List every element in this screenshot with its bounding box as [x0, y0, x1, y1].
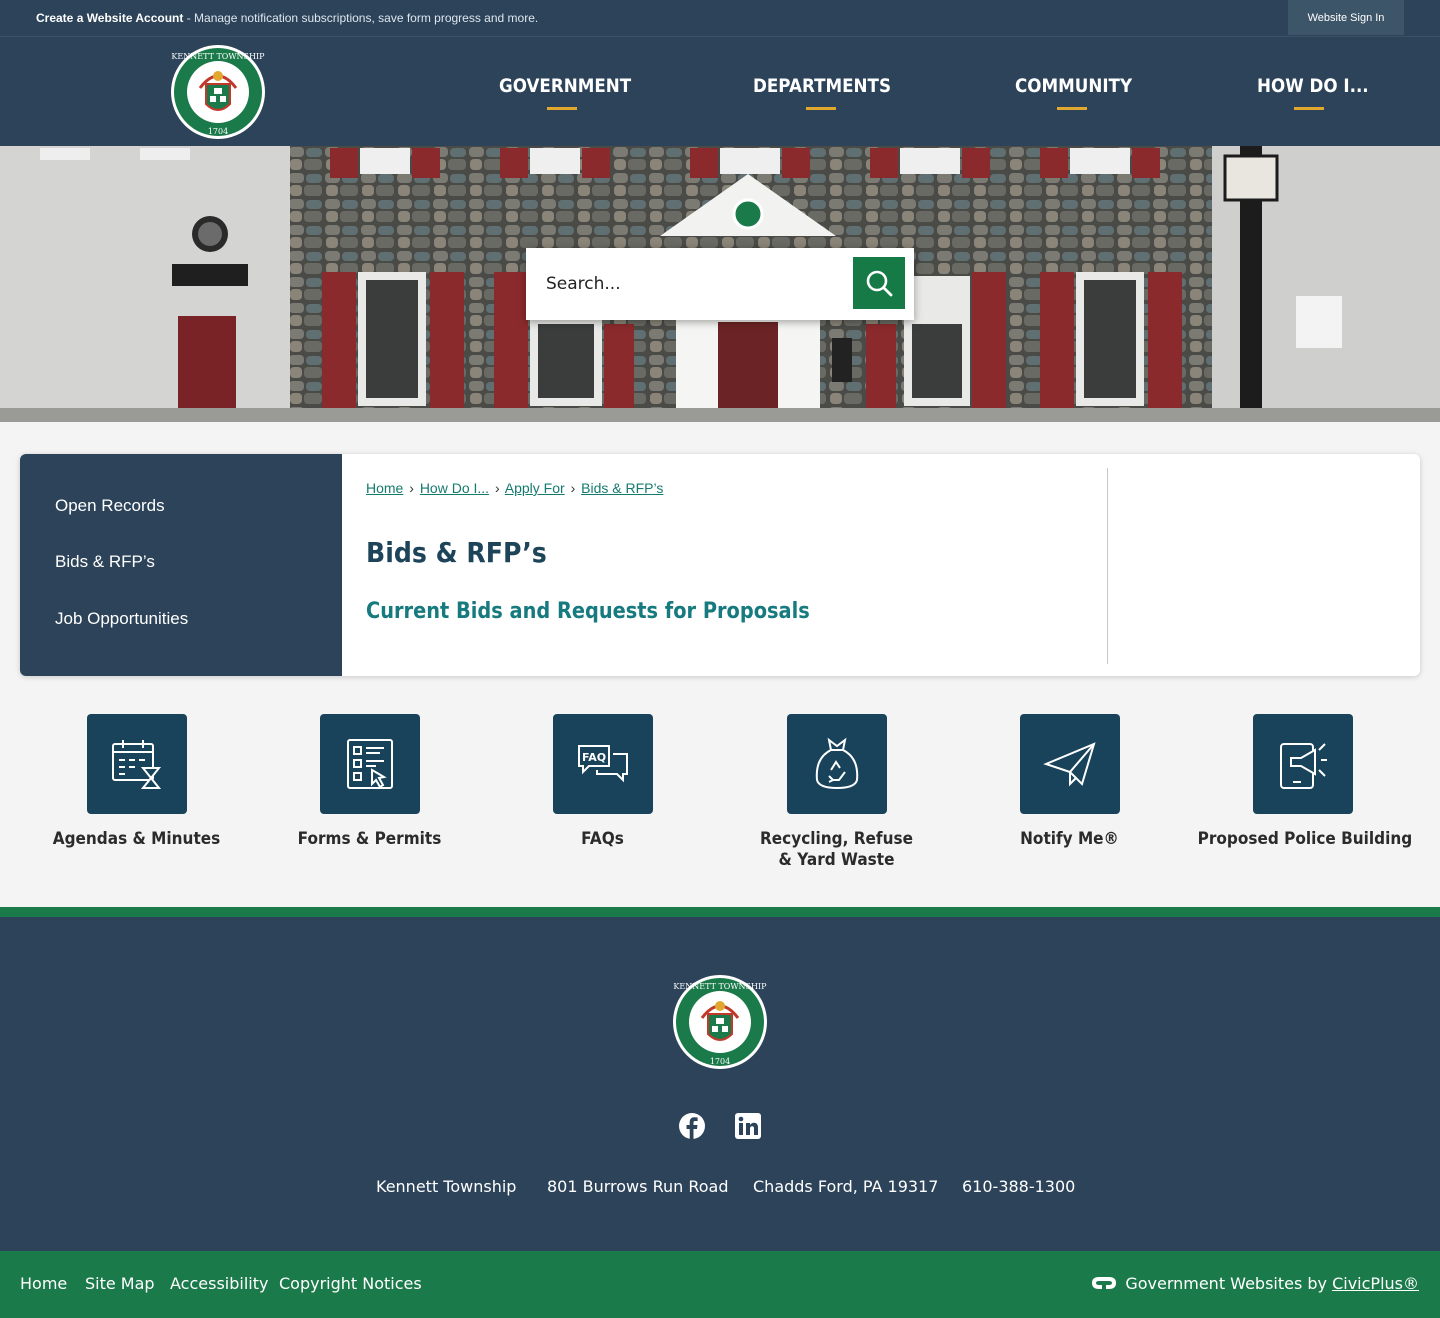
- civicplus-link[interactable]: CivicPlus®: [1332, 1274, 1419, 1293]
- quick-link-recycling[interactable]: Recycling, Refuse & Yard Waste: [720, 714, 953, 871]
- site-search: [526, 248, 914, 320]
- breadcrumb-home[interactable]: Home: [366, 480, 403, 496]
- top-utility-bar: Create a Website Account - Manage notifi…: [0, 0, 1440, 36]
- breadcrumb-bids-rfps[interactable]: Bids & RFP’s: [581, 480, 663, 496]
- quick-link-label-line-1[interactable]: Recycling, Refuse: [732, 829, 942, 850]
- quick-link-tile[interactable]: [1252, 714, 1353, 814]
- footer-link-home[interactable]: Home: [20, 1274, 67, 1293]
- quick-link-label[interactable]: Recycling, Refuse & Yard Waste: [732, 829, 942, 871]
- quick-link-faqs[interactable]: FAQ FAQs: [486, 714, 719, 850]
- quick-link-tile[interactable]: [319, 714, 420, 814]
- footer-stripe: [0, 907, 1440, 917]
- breadcrumb-separator: ›: [494, 480, 500, 496]
- site-footer: KENNETT TOWNSHIP 1704 Kennett Township 8…: [0, 917, 1440, 1251]
- current-bids-heading: Current Bids and Requests for Proposals: [366, 599, 810, 624]
- nav-community[interactable]: COMMUNITY: [1015, 75, 1132, 97]
- faq-chat-icon: FAQ: [577, 745, 628, 783]
- quick-link-tile[interactable]: [786, 714, 887, 814]
- civicplus-logo-icon: [1092, 1277, 1117, 1289]
- site-header: KENNETT TOWNSHIP 1704 GOVERNMENT DEPARTM…: [0, 36, 1440, 146]
- create-account-link[interactable]: Create a Website Account - Manage notifi…: [36, 11, 538, 25]
- quick-link-tile[interactable]: [1019, 714, 1120, 814]
- quick-link-agendas-minutes[interactable]: Agendas & Minutes: [20, 714, 253, 850]
- quick-link-tile[interactable]: FAQ: [552, 714, 653, 814]
- search-button[interactable]: [853, 257, 905, 309]
- content-card: Open Records Bids & RFP’s Job Opportunit…: [20, 454, 1420, 676]
- svg-text:KENNETT TOWNSHIP: KENNETT TOWNSHIP: [673, 982, 767, 991]
- footer-link-copyright-notices[interactable]: Copyright Notices: [279, 1274, 422, 1293]
- svg-text:1704: 1704: [208, 127, 228, 136]
- township-seal-logo[interactable]: KENNETT TOWNSHIP 1704: [170, 44, 266, 140]
- quick-link-label[interactable]: FAQs: [498, 829, 708, 850]
- sidebar-item-open-records[interactable]: Open Records: [55, 496, 165, 516]
- website-sign-in-button[interactable]: Website Sign In: [1288, 0, 1404, 35]
- breadcrumb: Home › How Do I... › Apply For › Bids & …: [366, 480, 663, 496]
- breadcrumb-separator: ›: [409, 480, 414, 496]
- linkedin-icon[interactable]: [734, 1112, 762, 1140]
- nav-how-do-i-underline: [1294, 107, 1324, 110]
- quick-link-label[interactable]: Notify Me®: [965, 829, 1175, 850]
- tablet-megaphone-icon: [1279, 743, 1327, 789]
- quick-link-tile[interactable]: [86, 714, 187, 814]
- create-account-description: - Manage notification subscriptions, sav…: [183, 11, 539, 25]
- quick-link-label-line-2[interactable]: & Yard Waste: [732, 850, 942, 871]
- quick-link-proposed-police-building[interactable]: Proposed Police Building: [1186, 714, 1419, 850]
- breadcrumb-separator: ›: [570, 480, 576, 496]
- civicplus-credit: Government Websites by CivicPlus®: [1091, 1274, 1419, 1293]
- nav-departments[interactable]: DEPARTMENTS: [753, 75, 891, 97]
- sidebar-item-job-opportunities[interactable]: Job Opportunities: [55, 609, 188, 629]
- nav-departments-underline: [806, 107, 836, 110]
- search-input[interactable]: [536, 258, 846, 310]
- footer-city-state-zip: Chadds Ford, PA 19317: [753, 1177, 939, 1196]
- nav-how-do-i[interactable]: HOW DO I...: [1257, 75, 1369, 97]
- footer-township-name: Kennett Township: [376, 1177, 517, 1196]
- quick-link-label[interactable]: Agendas & Minutes: [32, 829, 242, 850]
- form-checklist-icon: [346, 739, 393, 789]
- credit-text: Government Websites by: [1125, 1274, 1333, 1293]
- quick-link-label[interactable]: Proposed Police Building: [1198, 829, 1413, 850]
- facebook-icon[interactable]: [678, 1112, 706, 1140]
- footer-link-site-map[interactable]: Site Map: [85, 1274, 155, 1293]
- footer-street-address: 801 Burrows Run Road: [547, 1177, 729, 1196]
- nav-government-underline: [547, 107, 577, 110]
- footer-township-seal-logo[interactable]: KENNETT TOWNSHIP 1704: [672, 974, 768, 1070]
- section-sidebar: Open Records Bids & RFP’s Job Opportunit…: [20, 454, 342, 676]
- footer-phone[interactable]: 610-388-1300: [962, 1177, 1075, 1196]
- page-title: Bids & RFP’s: [366, 536, 547, 569]
- breadcrumb-apply-for[interactable]: Apply For: [505, 480, 565, 496]
- svg-text:1704: 1704: [710, 1057, 730, 1066]
- svg-text:KENNETT TOWNSHIP: KENNETT TOWNSHIP: [171, 52, 265, 61]
- paper-plane-icon: [1042, 742, 1096, 787]
- create-account-label[interactable]: Create a Website Account: [36, 11, 183, 25]
- nav-government[interactable]: GOVERNMENT: [499, 75, 631, 97]
- search-icon: [866, 270, 893, 297]
- calendar-hourglass-icon: [111, 740, 161, 789]
- quick-link-forms-permits[interactable]: Forms & Permits: [253, 714, 486, 850]
- footer-link-accessibility[interactable]: Accessibility: [170, 1274, 268, 1293]
- svg-text:FAQ: FAQ: [581, 751, 605, 764]
- quick-link-notify-me[interactable]: Notify Me®: [953, 714, 1186, 850]
- breadcrumb-how-do-i[interactable]: How Do I...: [420, 480, 489, 496]
- column-divider: [1107, 468, 1108, 664]
- sidebar-item-bids-rfps[interactable]: Bids & RFP’s: [55, 552, 155, 572]
- recycling-bag-icon: [815, 737, 858, 790]
- nav-community-underline: [1057, 107, 1087, 110]
- quick-link-label[interactable]: Forms & Permits: [265, 829, 475, 850]
- bottom-bar: Home Site Map Accessibility Copyright No…: [0, 1251, 1440, 1318]
